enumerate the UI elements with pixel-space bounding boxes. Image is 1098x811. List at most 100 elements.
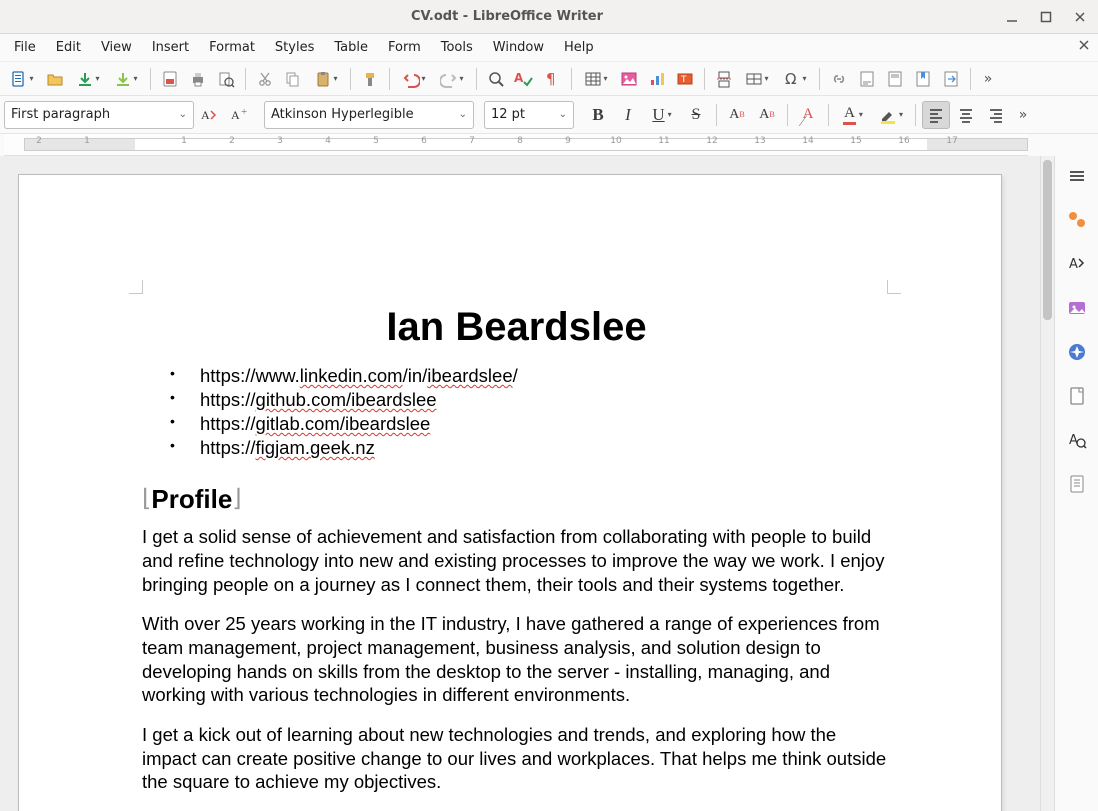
font-size-combo[interactable]: 12 pt ⌄ [484, 101, 574, 129]
sidebar-page-icon[interactable] [1063, 382, 1091, 410]
copy-button[interactable] [280, 66, 306, 92]
standard-toolbar: ▾ ▾ ▾ ▾ ▾ ▾ A ¶ [0, 62, 1098, 96]
menu-insert[interactable]: Insert [142, 36, 199, 59]
formatting-toolbar-overflow-button[interactable]: » [1012, 107, 1034, 123]
menu-format[interactable]: Format [199, 36, 265, 59]
doc-paragraph[interactable]: With over 25 years working in the IT ind… [142, 612, 891, 707]
cut-button[interactable] [252, 66, 278, 92]
spellcheck-button[interactable]: A [511, 66, 537, 92]
menu-help[interactable]: Help [554, 36, 604, 59]
insert-page-break-button[interactable] [711, 66, 737, 92]
menu-tools[interactable]: Tools [431, 36, 483, 59]
font-color-button[interactable]: A▾ [835, 101, 871, 129]
window-close-button[interactable] [1074, 11, 1090, 23]
menu-view[interactable]: View [91, 36, 142, 59]
insert-field-button[interactable]: ▾ [739, 66, 775, 92]
sidebar-manage-changes-icon[interactable] [1063, 470, 1091, 498]
sidebar-styles-icon[interactable]: A [1063, 250, 1091, 278]
font-name-value: Atkinson Hyperlegible [271, 107, 414, 122]
update-style-button[interactable]: A [196, 101, 224, 129]
document-viewport[interactable]: Ian Beardslee https://www.linkedin.com/i… [0, 156, 1040, 811]
list-item: https://figjam.geek.nz [182, 436, 891, 460]
document-close-button[interactable] [1078, 39, 1090, 51]
insert-image-button[interactable] [616, 66, 642, 92]
new-style-button[interactable]: A+ [226, 101, 254, 129]
vertical-scrollbar[interactable] [1040, 156, 1054, 811]
doc-paragraph[interactable]: I get a kick out of learning about new t… [142, 723, 891, 794]
sidebar-gallery-icon[interactable] [1063, 294, 1091, 322]
sidebar-navigator-icon[interactable] [1063, 338, 1091, 366]
strikethrough-button[interactable]: S [682, 101, 710, 129]
underline-button[interactable]: U▾ [644, 101, 680, 129]
scrollbar-thumb[interactable] [1043, 160, 1052, 320]
align-right-button[interactable] [982, 101, 1010, 129]
paragraph-style-combo[interactable]: First paragraph ⌄ [4, 101, 194, 129]
svg-text:A: A [1069, 257, 1078, 272]
svg-text:T: T [680, 75, 687, 85]
doc-heading-profile[interactable]: Profile [151, 484, 232, 515]
svg-text:Ω: Ω [785, 70, 796, 88]
sidebar-properties-icon[interactable] [1063, 206, 1091, 234]
open-button[interactable] [42, 66, 68, 92]
new-button[interactable]: ▾ [4, 66, 40, 92]
document-page[interactable]: Ian Beardslee https://www.linkedin.com/i… [18, 174, 1002, 811]
formatting-toolbar: First paragraph ⌄ A A+ Atkinson Hyperleg… [0, 96, 1098, 134]
svg-text:¶: ¶ [546, 70, 556, 88]
doc-links-list[interactable]: https://www.linkedin.com/in/ibeardslee/ … [142, 364, 891, 460]
menu-styles[interactable]: Styles [265, 36, 324, 59]
insert-endnote-button[interactable] [882, 66, 908, 92]
paste-button[interactable]: ▾ [308, 66, 344, 92]
list-item: https://www.linkedin.com/in/ibeardslee/ [182, 364, 891, 388]
horizontal-ruler[interactable]: 2 1 1 2 3 4 5 6 7 8 9 10 11 12 13 14 15 … [4, 134, 1028, 156]
save-button[interactable]: ▾ [70, 66, 106, 92]
window-title: CV.odt - LibreOffice Writer [8, 9, 1006, 24]
insert-special-char-button[interactable]: Ω▾ [777, 66, 813, 92]
menu-file[interactable]: File [4, 36, 46, 59]
section-bracket-right: ⌋ [232, 485, 241, 512]
insert-cross-ref-button[interactable] [938, 66, 964, 92]
insert-table-button[interactable]: ▾ [578, 66, 614, 92]
font-name-combo[interactable]: Atkinson Hyperlegible ⌄ [264, 101, 474, 129]
insert-bookmark-button[interactable] [910, 66, 936, 92]
undo-button[interactable]: ▾ [396, 66, 432, 92]
margin-mark-top-left [129, 280, 143, 294]
window-titlebar: CV.odt - LibreOffice Writer [0, 0, 1098, 34]
menu-edit[interactable]: Edit [46, 36, 91, 59]
menubar: File Edit View Insert Format Styles Tabl… [0, 34, 1098, 62]
highlight-color-button[interactable]: ▾ [873, 101, 909, 129]
align-center-button[interactable] [952, 101, 980, 129]
doc-title[interactable]: Ian Beardslee [142, 305, 891, 350]
italic-button[interactable]: I [614, 101, 642, 129]
menu-window[interactable]: Window [483, 36, 554, 59]
insert-footnote-button[interactable] [854, 66, 880, 92]
sidebar-style-inspector-icon[interactable]: A [1063, 426, 1091, 454]
print-button[interactable] [185, 66, 211, 92]
redo-button[interactable]: ▾ [434, 66, 470, 92]
menu-table[interactable]: Table [324, 36, 378, 59]
save-as-button[interactable]: ▾ [108, 66, 144, 92]
svg-text:A: A [1069, 433, 1078, 448]
print-preview-button[interactable] [213, 66, 239, 92]
align-left-button[interactable] [922, 101, 950, 129]
window-maximize-button[interactable] [1040, 11, 1056, 23]
insert-text-box-button[interactable]: T [672, 66, 698, 92]
bold-button[interactable]: B [584, 101, 612, 129]
sidebar-settings-icon[interactable] [1063, 162, 1091, 190]
doc-paragraph[interactable]: I get a solid sense of achievement and s… [142, 525, 891, 596]
menu-form[interactable]: Form [378, 36, 431, 59]
find-replace-button[interactable] [483, 66, 509, 92]
svg-text:A: A [231, 108, 240, 122]
subscript-button[interactable]: AB [753, 101, 781, 129]
insert-hyperlink-button[interactable] [826, 66, 852, 92]
formatting-marks-button[interactable]: ¶ [539, 66, 565, 92]
margin-mark-top-right [887, 280, 901, 294]
toolbar-overflow-button[interactable]: » [977, 71, 999, 87]
svg-text:A: A [514, 71, 524, 85]
paragraph-style-value: First paragraph [11, 107, 110, 122]
clone-formatting-button[interactable] [357, 66, 383, 92]
insert-chart-button[interactable] [644, 66, 670, 92]
export-pdf-button[interactable] [157, 66, 183, 92]
superscript-button[interactable]: AB [723, 101, 751, 129]
window-minimize-button[interactable] [1006, 11, 1022, 23]
clear-formatting-button[interactable]: A∕ [794, 101, 822, 129]
